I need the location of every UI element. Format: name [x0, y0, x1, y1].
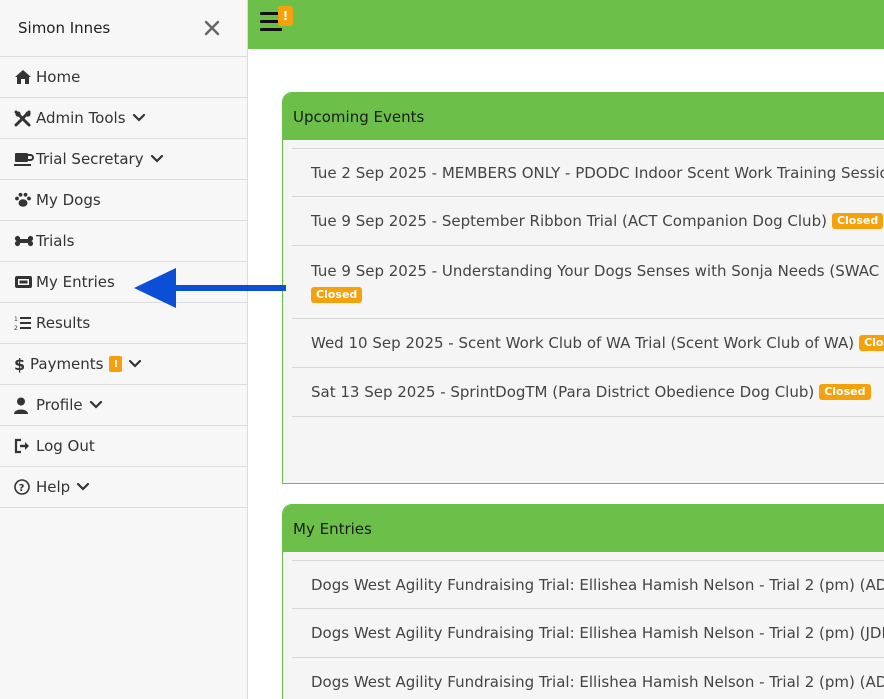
entry-row[interactable]: Dogs West Agility Fundraising Trial: Ell… [292, 560, 884, 609]
event-text: Tue 9 Sep 2025 - Understanding Your Dogs… [311, 261, 884, 280]
close-icon[interactable] [203, 19, 221, 37]
notification-badge: ! [278, 6, 293, 26]
svg-text:?: ? [19, 483, 25, 494]
sign-out-icon [14, 437, 34, 455]
coffee-icon [14, 150, 34, 168]
dollar-icon: $ [14, 355, 28, 373]
entry-text: Dogs West Agility Fundraising Trial: Ell… [311, 673, 884, 691]
status-badge: Closed [831, 213, 884, 229]
home-icon [14, 68, 34, 86]
sidebar-item-label: My Entries [36, 273, 115, 291]
event-text: Wed 10 Sep 2025 - Scent Work Club of WA … [311, 334, 855, 352]
my-entries-card: My Entries Dogs West Agility Fundraising… [282, 504, 884, 699]
event-row[interactable]: Tue 9 Sep 2025 - September Ribbon Trial … [292, 197, 884, 246]
svg-text:$: $ [14, 355, 25, 373]
sidebar-item-label: My Dogs [36, 191, 101, 209]
entry-row[interactable]: Dogs West Agility Fundraising Trial: Ell… [292, 609, 884, 658]
sidebar-item-payments[interactable]: $ Payments ! [0, 344, 247, 385]
sidebar-item-label: Payments [30, 355, 104, 373]
sidebar-item-log-out[interactable]: Log Out [0, 426, 247, 467]
sidebar-item-home[interactable]: Home [0, 57, 247, 98]
event-row[interactable]: Wed 10 Sep 2025 - Scent Work Club of WA … [292, 319, 884, 368]
sidebar-item-label: Trials [36, 232, 75, 250]
paw-icon [14, 191, 34, 209]
annotation-arrow [134, 268, 286, 308]
ticket-icon [14, 273, 34, 291]
sidebar-item-label: Home [36, 68, 81, 86]
status-badge: Closed [311, 286, 363, 303]
chevron-down-icon [132, 113, 146, 123]
entry-row[interactable]: Dogs West Agility Fundraising Trial: Ell… [292, 658, 884, 699]
chevron-down-icon [150, 154, 164, 164]
upcoming-events-list: Tue 2 Sep 2025 - MEMBERS ONLY - PDODC In… [283, 140, 884, 417]
sidebar-item-label: Admin Tools [36, 109, 126, 127]
sidebar: Simon Innes Home Admin Tools Trial Secre… [0, 0, 248, 699]
user-name: Simon Innes [18, 19, 111, 37]
sidebar-item-trial-secretary[interactable]: Trial Secretary [0, 139, 247, 180]
chevron-down-icon [76, 482, 90, 492]
sidebar-item-admin-tools[interactable]: Admin Tools [0, 98, 247, 139]
entry-text: Dogs West Agility Fundraising Trial: Ell… [311, 624, 884, 642]
top-bar: ! [248, 0, 884, 49]
sidebar-item-help[interactable]: ? Help [0, 467, 247, 508]
chevron-down-icon [128, 359, 142, 369]
bone-icon [14, 232, 34, 250]
warning-badge: ! [109, 356, 123, 372]
card-title: Upcoming Events [283, 93, 884, 140]
sidebar-item-label: Profile [36, 396, 83, 414]
sidebar-item-my-dogs[interactable]: My Dogs [0, 180, 247, 221]
sidebar-item-label: Results [36, 314, 91, 332]
sidebar-header: Simon Innes [0, 0, 247, 57]
status-badge: Closed [819, 384, 871, 400]
sidebar-item-label: Trial Secretary [36, 150, 144, 168]
sidebar-item-label: Log Out [36, 437, 95, 455]
sidebar-item-trials[interactable]: Trials [0, 221, 247, 262]
user-icon [14, 396, 34, 414]
chevron-down-icon [89, 400, 103, 410]
my-entries-list: Dogs West Agility Fundraising Trial: Ell… [283, 552, 884, 699]
event-text: Sat 13 Sep 2025 - SprintDogTM (Para Dist… [311, 383, 815, 401]
sidebar-item-label: Help [36, 478, 71, 496]
event-row[interactable]: Tue 2 Sep 2025 - MEMBERS ONLY - PDODC In… [292, 148, 884, 197]
sidebar-item-profile[interactable]: Profile [0, 385, 247, 426]
list-ol-icon: 12 [14, 314, 34, 332]
card-title: My Entries [283, 505, 884, 552]
entry-text: Dogs West Agility Fundraising Trial: Ell… [311, 575, 884, 594]
upcoming-events-card: Upcoming Events Tue 2 Sep 2025 - MEMBERS… [282, 92, 884, 484]
question-circle-icon: ? [14, 478, 34, 496]
status-badge: Closed [859, 335, 884, 351]
event-text: Tue 9 Sep 2025 - September Ribbon Trial … [311, 212, 827, 230]
event-text: Tue 2 Sep 2025 - MEMBERS ONLY - PDODC In… [311, 163, 884, 182]
sidebar-item-results[interactable]: 12 Results [0, 303, 247, 344]
svg-text:1: 1 [14, 316, 18, 323]
event-row[interactable]: Sat 13 Sep 2025 - SprintDogTM (Para Dist… [292, 368, 884, 417]
event-row[interactable]: Tue 9 Sep 2025 - Understanding Your Dogs… [292, 246, 884, 319]
svg-text:2: 2 [14, 325, 18, 331]
tools-icon [14, 109, 34, 127]
